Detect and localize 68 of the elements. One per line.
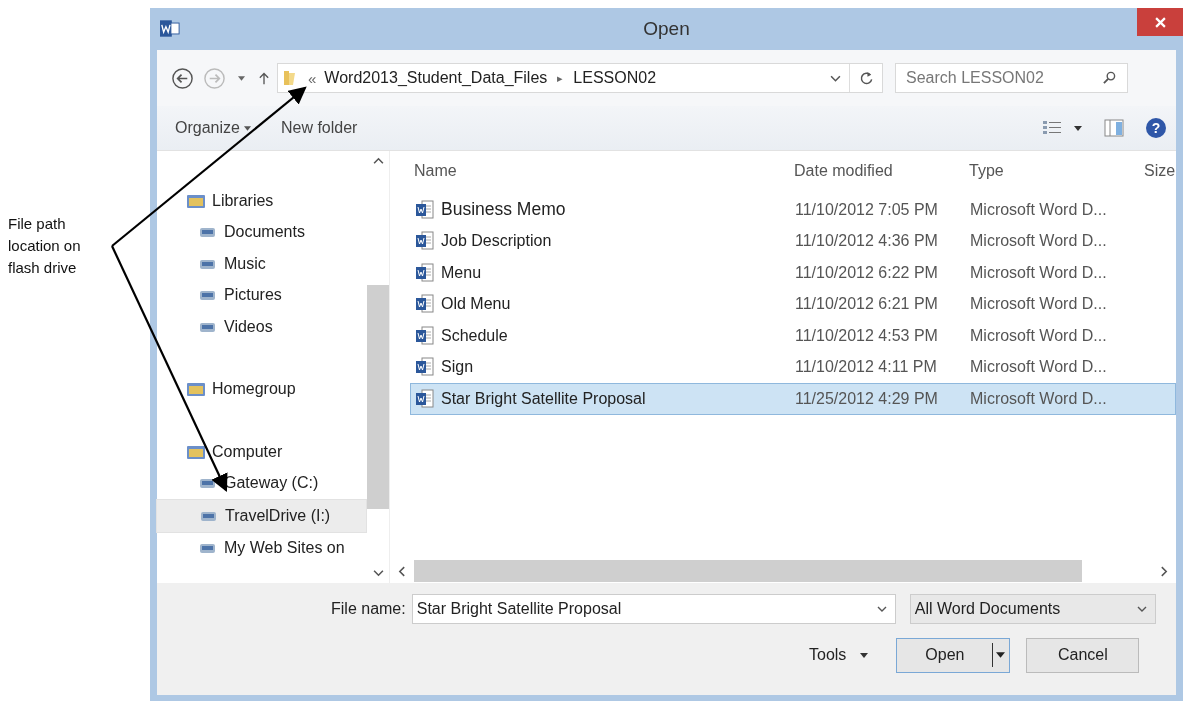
word-document-icon: [415, 325, 435, 346]
caret-icon: [860, 652, 869, 658]
folder-icon: [282, 69, 298, 87]
file-row[interactable]: Schedule 11/10/2012 4:53 PM Microsoft Word D...: [410, 320, 1176, 352]
back-icon[interactable]: [171, 66, 194, 90]
close-icon: [1154, 16, 1166, 28]
word-document-icon: [415, 388, 435, 409]
caret-icon: [243, 125, 251, 131]
open-button[interactable]: Open: [896, 637, 1011, 673]
nav-item[interactable]: TravelDrive (I:): [156, 499, 367, 533]
caret-icon: [996, 652, 1006, 658]
overflow-chevron[interactable]: «: [308, 69, 317, 87]
file-name-field[interactable]: Star Bright Satellite Proposal: [411, 594, 896, 624]
nav-item[interactable]: Libraries: [156, 185, 367, 217]
word-document-icon: [415, 262, 435, 283]
help-icon[interactable]: ?: [1146, 118, 1166, 138]
search-field[interactable]: Search LESSON02: [895, 63, 1128, 93]
column-header[interactable]: Size: [1144, 162, 1176, 180]
up-arrow-icon[interactable]: [259, 70, 269, 86]
file-row[interactable]: Sign 11/10/2012 4:11 PM Microsoft Word D...: [410, 351, 1176, 383]
file-row[interactable]: Menu 11/10/2012 6:22 PM Microsoft Word D...: [410, 257, 1176, 289]
nav-item[interactable]: Pictures: [156, 279, 367, 311]
view-list-icon[interactable]: [1042, 119, 1062, 137]
window-title: Open: [643, 18, 690, 40]
address-bar[interactable]: « Word2013_Student_Data_Files ▸ LESSON02: [277, 63, 883, 93]
word-document-icon: [415, 294, 435, 315]
column-header[interactable]: Date modified: [794, 162, 969, 180]
nav-item[interactable]: Videos: [156, 311, 367, 343]
tools-button[interactable]: Tools: [809, 646, 869, 664]
search-icon: [1103, 71, 1116, 84]
dropdown-chevron-icon: [876, 606, 887, 612]
recent-caret-icon[interactable]: [238, 75, 245, 81]
cancel-button[interactable]: Cancel: [1026, 637, 1140, 673]
scroll-left-icon[interactable]: [398, 565, 406, 577]
nav-item[interactable]: Computer: [156, 436, 367, 468]
file-row[interactable]: Job Description 11/10/2012 4:36 PM Microsoft Word D...: [410, 225, 1176, 257]
column-header[interactable]: Type: [969, 162, 1144, 180]
nav-item[interactable]: Homegroup: [156, 373, 367, 405]
file-row[interactable]: Business Memo 11/10/2012 7:05 PM Microsoft Word D...: [410, 194, 1176, 226]
close-button[interactable]: [1137, 8, 1183, 36]
path-segment[interactable]: Word2013_Student_Data_Files: [324, 69, 548, 87]
refresh-icon: [858, 70, 874, 86]
organize-button[interactable]: Organize: [175, 119, 251, 137]
scroll-thumb[interactable]: [367, 285, 389, 509]
folder-icon: [186, 380, 206, 399]
scroll-down-icon[interactable]: [372, 569, 384, 577]
new-folder-button[interactable]: New folder: [280, 119, 358, 137]
callout-text: File path location on flash drive: [8, 214, 82, 278]
file-row[interactable]: Old Menu 11/10/2012 6:21 PM Microsoft Word D...: [410, 288, 1176, 320]
word-document-icon: [415, 199, 435, 220]
nav-item[interactable]: Documents: [156, 216, 367, 248]
path-segment[interactable]: LESSON02: [573, 69, 657, 87]
word-document-icon: [415, 231, 435, 252]
file-name-label: File name:: [331, 600, 406, 618]
word-app-icon: [160, 20, 180, 37]
word-document-icon: [415, 357, 435, 378]
nav-item[interactable]: My Web Sites on: [156, 532, 367, 564]
file-row[interactable]: Star Bright Satellite Proposal 11/25/2012 4:29 PM Microsoft Word D...: [410, 383, 1176, 415]
scroll-thumb[interactable]: [414, 560, 1082, 582]
path-separator[interactable]: ▸: [557, 71, 564, 85]
file-type-dropdown[interactable]: All Word Documents: [909, 594, 1156, 624]
scroll-up-icon[interactable]: [372, 157, 384, 165]
dropdown-chevron-icon: [1136, 606, 1147, 612]
nav-item[interactable]: Music: [156, 248, 367, 280]
dropdown-chevron-icon[interactable]: [830, 74, 841, 82]
view-caret-icon[interactable]: [1074, 125, 1082, 131]
scroll-right-icon[interactable]: [1160, 565, 1168, 577]
column-header[interactable]: Name: [414, 162, 794, 180]
